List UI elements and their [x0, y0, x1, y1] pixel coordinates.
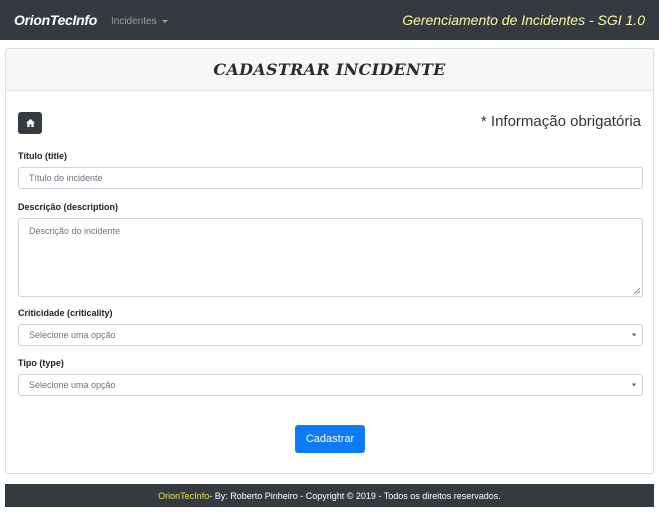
card-header: CADASTRAR INCIDENTE	[6, 49, 653, 91]
criticality-select[interactable]: Selecione uma opção	[18, 324, 643, 346]
top-navbar: OrionTecInfo Incidentes Gerenciamento de…	[0, 0, 659, 40]
home-icon	[25, 119, 35, 127]
incident-form-card: CADASTRAR INCIDENTE * Informação obrigat…	[5, 48, 654, 474]
title-input[interactable]: Título do incidente	[18, 167, 643, 189]
incidentes-dropdown[interactable]: Incidentes	[111, 16, 168, 27]
submit-button[interactable]: Cadastrar	[295, 425, 365, 453]
type-selected-value: Selecione uma opção	[29, 380, 116, 390]
description-textarea[interactable]: Descrição do incidente	[18, 218, 643, 297]
criticality-label: Criticidade (criticality)	[18, 308, 113, 318]
select-caret-icon	[632, 383, 636, 387]
type-select[interactable]: Selecione uma opção	[18, 374, 643, 396]
navbar-brand[interactable]: OrionTecInfo	[14, 12, 97, 28]
footer: OrionTecInfo - By: Roberto Pinheiro - Co…	[5, 484, 654, 507]
page-title: CADASTRAR INCIDENTE	[213, 60, 446, 79]
required-note: * Informação obrigatória	[480, 113, 641, 130]
description-label: Descrição (description)	[18, 202, 119, 212]
title-label: Título (title)	[18, 151, 67, 161]
incidentes-dropdown-label: Incidentes	[111, 15, 157, 27]
footer-brand: OrionTecInfo	[158, 490, 210, 501]
select-caret-icon	[632, 333, 636, 337]
type-label: Tipo (type)	[18, 358, 64, 368]
system-title: Gerenciamento de Incidentes - SGI 1.0	[402, 12, 645, 28]
criticality-selected-value: Selecione uma opção	[29, 330, 116, 340]
title-input-placeholder: Título do incidente	[29, 173, 103, 183]
footer-text: - By: Roberto Pinheiro - Copyright © 201…	[209, 490, 501, 501]
chevron-down-icon	[161, 19, 168, 23]
description-placeholder: Descrição do incidente	[29, 226, 121, 236]
resize-handle-icon[interactable]	[634, 288, 640, 294]
home-button[interactable]	[18, 112, 42, 134]
